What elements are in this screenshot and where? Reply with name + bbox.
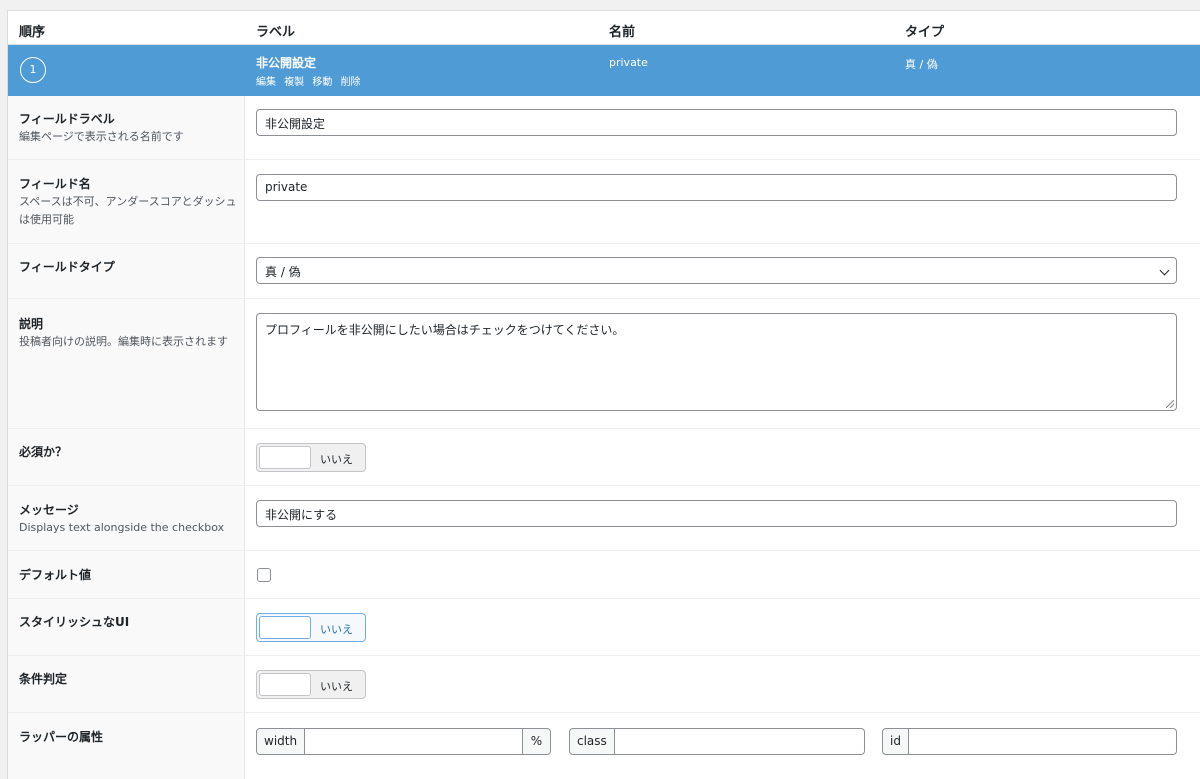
field-row-name: private bbox=[609, 56, 648, 69]
setting-wrapper-attributes: ラッパーの属性 width % class id bbox=[8, 713, 1200, 779]
setting-field-label: フィールドラベル 編集ページで表示される名前です 非公開設定 bbox=[8, 96, 1200, 160]
field-row-selected[interactable]: 1 非公開設定 編集 複製 移動 削除 private 真 / 偽 bbox=[8, 45, 1200, 96]
resize-handle-icon[interactable] bbox=[1166, 400, 1174, 408]
delete-link[interactable]: 削除 bbox=[341, 77, 361, 88]
setting-field-name: フィールド名 スペースは不可、アンダースコアとダッシュは使用可能 private bbox=[8, 160, 1200, 244]
message-input[interactable]: 非公開にする bbox=[256, 500, 1177, 527]
setting-desc: Displays text alongside the checkbox bbox=[19, 521, 225, 534]
duplicate-link[interactable]: 複製 bbox=[284, 77, 304, 88]
toggle-label: いいえ bbox=[320, 680, 353, 693]
setting-title: フィールドタイプ bbox=[19, 260, 115, 274]
setting-stylized-ui: スタイリッシュなUI いいえ bbox=[8, 599, 1200, 656]
chevron-down-icon bbox=[1159, 265, 1170, 276]
field-label-input[interactable]: 非公開設定 bbox=[256, 109, 1177, 136]
toggle-knob bbox=[259, 673, 311, 696]
field-type-select[interactable]: 真 / 偽 bbox=[256, 257, 1177, 284]
setting-desc: 投稿者向けの説明。編集時に表示されます bbox=[19, 335, 228, 348]
setting-title: スタイリッシュなUI bbox=[19, 615, 130, 629]
fields-table-header: 順序 ラベル 名前 タイプ bbox=[8, 11, 1200, 45]
setting-title: フィールド名 bbox=[19, 177, 91, 191]
setting-title: ラッパーの属性 bbox=[19, 730, 104, 744]
class-prefix: class bbox=[570, 729, 615, 754]
setting-desc: スペースは不可、アンダースコアとダッシュは使用可能 bbox=[19, 195, 237, 226]
edit-link[interactable]: 編集 bbox=[256, 77, 276, 88]
header-label: ラベル bbox=[256, 25, 296, 40]
setting-field-type: フィールドタイプ 真 / 偽 bbox=[8, 244, 1200, 299]
field-type-value: 真 / 偽 bbox=[265, 265, 301, 279]
wrapper-id-input[interactable]: id bbox=[882, 728, 1177, 755]
field-name-input[interactable]: private bbox=[256, 174, 1177, 201]
setting-default-value: デフォルト値 bbox=[8, 551, 1200, 599]
setting-title: 必須か？ bbox=[19, 445, 68, 459]
toggle-label: いいえ bbox=[320, 623, 353, 636]
header-name: 名前 bbox=[609, 25, 636, 40]
field-row-label[interactable]: 非公開設定 bbox=[256, 54, 316, 71]
setting-title: デフォルト値 bbox=[19, 568, 92, 582]
toggle-knob bbox=[259, 446, 311, 469]
instructions-textarea[interactable]: プロフィールを非公開にしたい場合はチェックをつけてください。 bbox=[256, 313, 1177, 411]
instructions-text: プロフィールを非公開にしたい場合はチェックをつけてください。 bbox=[265, 323, 625, 337]
toggle-knob bbox=[259, 616, 311, 639]
setting-message: メッセージ Displays text alongside the checkb… bbox=[8, 486, 1200, 551]
conditional-logic-toggle[interactable]: いいえ bbox=[256, 670, 366, 699]
setting-title: 条件判定 bbox=[19, 672, 68, 686]
wrapper-width-input[interactable]: width % bbox=[256, 728, 551, 755]
setting-required: 必須か？ いいえ bbox=[8, 429, 1200, 486]
setting-desc: 編集ページで表示される名前です bbox=[19, 130, 184, 143]
setting-title: メッセージ bbox=[19, 503, 79, 517]
wrapper-class-input[interactable]: class bbox=[569, 728, 865, 755]
header-type: タイプ bbox=[905, 25, 945, 40]
field-row-actions: 編集 複製 移動 削除 bbox=[256, 73, 366, 88]
setting-conditional-logic: 条件判定 いいえ bbox=[8, 656, 1200, 713]
width-prefix: width bbox=[257, 729, 306, 754]
setting-title: 説明 bbox=[19, 317, 44, 331]
move-link[interactable]: 移動 bbox=[312, 77, 332, 88]
required-toggle[interactable]: いいえ bbox=[256, 443, 366, 472]
default-value-checkbox[interactable] bbox=[257, 568, 271, 582]
stylized-ui-toggle[interactable]: いいえ bbox=[256, 613, 366, 642]
toggle-label: いいえ bbox=[320, 453, 353, 466]
field-group-panel: 順序 ラベル 名前 タイプ 1 非公開設定 編集 複製 移動 削除 privat… bbox=[7, 10, 1200, 779]
field-row-type: 真 / 偽 bbox=[905, 58, 938, 71]
setting-title: フィールドラベル bbox=[19, 112, 115, 126]
percent-suffix: % bbox=[522, 729, 550, 754]
setting-instructions: 説明 投稿者向けの説明。編集時に表示されます プロフィールを非公開にしたい場合は… bbox=[8, 299, 1200, 429]
field-order-handle[interactable]: 1 bbox=[20, 57, 46, 83]
id-prefix: id bbox=[883, 729, 909, 754]
header-order: 順序 bbox=[19, 25, 46, 40]
